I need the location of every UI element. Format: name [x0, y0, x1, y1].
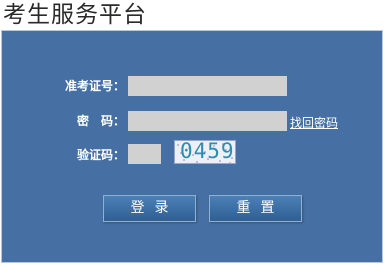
- login-button[interactable]: 登录: [103, 195, 196, 222]
- password-label: 密 码：: [76, 114, 125, 128]
- captcha-label: 验证码：: [76, 148, 125, 162]
- password-input[interactable]: [128, 111, 287, 131]
- page-title: 考生服务平台: [3, 2, 147, 28]
- captcha-image[interactable]: 0459: [174, 140, 236, 164]
- captcha-code: 0459: [180, 140, 235, 163]
- reset-button[interactable]: 重置: [209, 195, 302, 222]
- exam-id-input[interactable]: [128, 76, 287, 96]
- captcha-input[interactable]: [128, 144, 161, 164]
- exam-id-label: 准考证号：: [64, 79, 125, 93]
- forgot-password-link[interactable]: 找回密码: [290, 115, 338, 131]
